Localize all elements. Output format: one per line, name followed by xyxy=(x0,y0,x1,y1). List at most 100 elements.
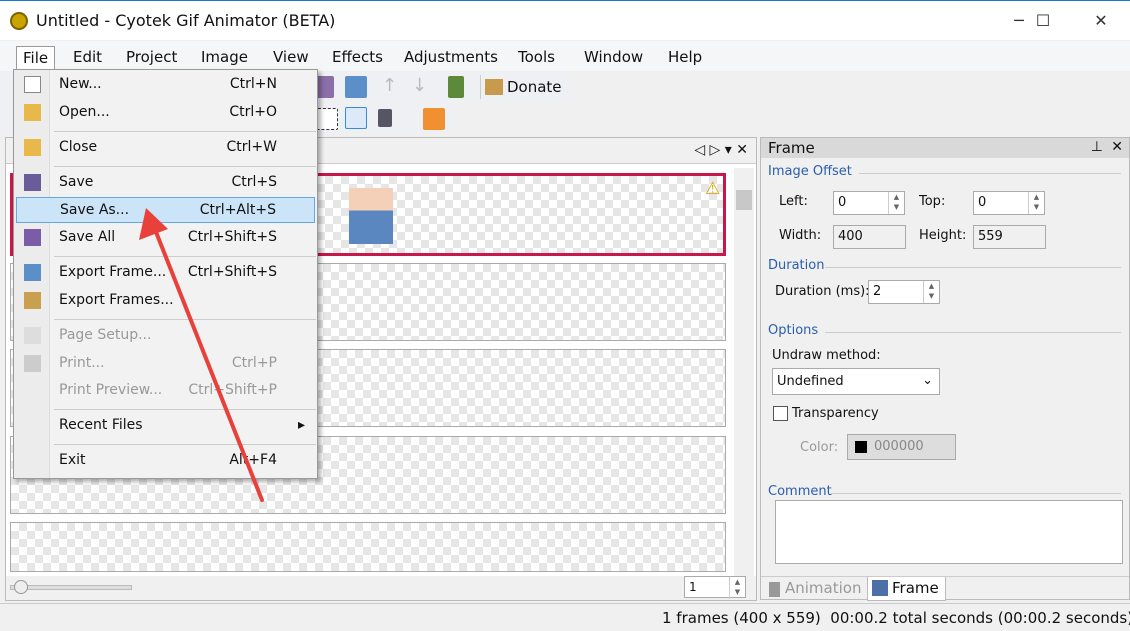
page-setup-icon xyxy=(24,327,41,344)
tab-frame[interactable]: Frame xyxy=(867,577,946,601)
menu-window[interactable]: Window xyxy=(578,46,649,70)
panel-close-icon[interactable]: ✕ xyxy=(1111,139,1123,155)
menu-item-label: Open... xyxy=(59,104,110,120)
frame-number-input[interactable]: 1 ▲ ▼ xyxy=(684,576,746,599)
undraw-method-select[interactable]: Undefined ⌄ xyxy=(772,368,940,395)
menu-item-page-setup[interactable]: Page Setup... xyxy=(16,323,315,349)
top-label: Top: xyxy=(919,194,946,209)
menu-item-label: Export Frame... xyxy=(59,264,167,280)
menu-item-open[interactable]: Open... Ctrl+O xyxy=(16,100,315,126)
left-input[interactable]: 0 ▲ ▼ xyxy=(833,191,905,215)
tab-animation[interactable]: Animation xyxy=(765,579,861,597)
donate-icon xyxy=(485,79,503,95)
frame-thumbnail[interactable] xyxy=(10,522,726,572)
menu-item-label: Export Frames... xyxy=(59,292,174,308)
add-frame-icon[interactable] xyxy=(345,76,367,98)
menu-effects[interactable]: Effects xyxy=(326,46,389,70)
left-spinner[interactable]: ▲ ▼ xyxy=(888,192,904,214)
zoom-slider-thumb[interactable] xyxy=(14,580,28,594)
menu-item-shortcut: Ctrl+Shift+P xyxy=(188,382,277,398)
close-button[interactable]: ✕ xyxy=(1078,1,1124,41)
menu-item-shortcut: Ctrl+N xyxy=(229,76,277,92)
title-bar: Untitled - Cyotek Gif Animator (BETA) ─ … xyxy=(0,0,1130,40)
feedback-icon[interactable] xyxy=(423,108,445,130)
new-file-icon xyxy=(24,76,41,93)
frame-properties-panel: Frame ⊥ ✕ Image Offset Left: 0 ▲ ▼ Top: 0 ▲… xyxy=(760,137,1130,601)
frame-view-icon[interactable] xyxy=(345,107,367,129)
film-icon[interactable] xyxy=(378,109,392,127)
menu-item-new[interactable]: New... Ctrl+N xyxy=(16,72,315,98)
height-field: 559 xyxy=(973,225,1046,249)
panel-header: Frame ⊥ ✕ xyxy=(761,138,1129,158)
menu-separator xyxy=(54,131,316,132)
menu-item-save-as[interactable]: Save As... Ctrl+Alt+S xyxy=(16,197,315,223)
menu-item-exit[interactable]: Exit Alt+F4 xyxy=(16,448,315,474)
donate-button[interactable]: Donate xyxy=(480,75,568,99)
comment-textarea[interactable] xyxy=(775,500,1123,564)
color-picker[interactable]: 000000 xyxy=(847,434,956,460)
move-up-icon[interactable]: ↑ xyxy=(382,75,397,96)
duration-spinner[interactable]: ▲ ▼ xyxy=(923,281,939,303)
menu-adjustments[interactable]: Adjustments xyxy=(398,46,504,70)
menu-item-label: Save All xyxy=(59,229,116,245)
menu-help[interactable]: Help xyxy=(662,46,708,70)
vertical-scrollbar[interactable] xyxy=(734,168,754,576)
menu-item-shortcut: Ctrl+P xyxy=(231,355,277,371)
width-label: Width: xyxy=(779,228,822,243)
zoom-bar: 1 ▲ ▼ xyxy=(6,576,756,600)
frame-number-value: 1 xyxy=(689,580,697,594)
menu-separator xyxy=(54,319,316,320)
chevron-down-icon: ⌄ xyxy=(922,373,933,388)
menu-project[interactable]: Project xyxy=(120,46,183,70)
top-input[interactable]: 0 ▲ ▼ xyxy=(973,191,1045,215)
pin-icon[interactable]: ⊥ xyxy=(1091,139,1103,155)
menu-item-export-frame[interactable]: Export Frame... Ctrl+Shift+S xyxy=(16,260,315,286)
menu-image[interactable]: Image xyxy=(195,46,254,70)
frame-icon xyxy=(872,580,888,596)
options-heading: Options xyxy=(768,323,819,338)
menu-item-print[interactable]: Print... Ctrl+P xyxy=(16,351,315,377)
menu-item-label: Exit xyxy=(59,452,86,468)
select-icon[interactable] xyxy=(316,108,338,130)
export-frames-icon xyxy=(24,292,41,309)
maximize-button[interactable]: ☐ xyxy=(1020,1,1066,41)
warning-icon: ⚠ xyxy=(705,179,721,199)
menu-view[interactable]: View xyxy=(267,46,315,70)
menu-tools[interactable]: Tools xyxy=(512,46,561,70)
menu-item-label: Close xyxy=(59,139,98,155)
menu-item-save[interactable]: Save Ctrl+S xyxy=(16,170,315,196)
transparency-checkbox[interactable] xyxy=(773,406,788,421)
menu-item-recent-files[interactable]: Recent Files ▸ xyxy=(16,413,315,439)
menu-separator xyxy=(54,444,316,445)
menu-edit[interactable]: Edit xyxy=(67,46,108,70)
menu-item-save-all[interactable]: Save All Ctrl+Shift+S xyxy=(16,225,315,251)
tab-frame-label: Frame xyxy=(892,579,939,597)
file-menu-dropdown: New... Ctrl+N Open... Ctrl+O Close Ctrl+W S… xyxy=(13,69,318,479)
comment-heading: Comment xyxy=(768,484,832,499)
scrollbar-thumb[interactable] xyxy=(736,190,752,210)
menu-file[interactable]: File xyxy=(16,46,56,70)
top-spinner[interactable]: ▲ ▼ xyxy=(1028,192,1044,214)
color-value: 000000 xyxy=(874,439,924,454)
menu-item-export-frames[interactable]: Export Frames... xyxy=(16,288,315,314)
menu-item-shortcut: Ctrl+Alt+S xyxy=(199,202,276,218)
status-text: 1 frames (400 x 559) 00:00.2 total secon… xyxy=(662,609,1130,627)
frame-number-spinner[interactable]: ▲ ▼ xyxy=(729,577,745,599)
menu-item-shortcut: Alt+F4 xyxy=(229,452,277,468)
divider xyxy=(859,173,1121,174)
play-icon[interactable] xyxy=(448,76,464,98)
menu-item-label: Save As... xyxy=(60,202,130,218)
divider xyxy=(825,332,1121,333)
zoom-slider[interactable] xyxy=(10,585,132,590)
menu-separator xyxy=(54,256,316,257)
status-bar: 1 frames (400 x 559) 00:00.2 total secon… xyxy=(0,603,1130,631)
width-field: 400 xyxy=(833,225,906,249)
duration-input[interactable]: 2 ▲ ▼ xyxy=(868,280,940,304)
move-down-icon[interactable]: ↓ xyxy=(412,75,427,96)
menu-item-print-preview[interactable]: Print Preview... Ctrl+Shift+P xyxy=(16,378,315,404)
donate-label: Donate xyxy=(507,78,562,96)
document-nav-buttons[interactable]: ◁ ▷ ▾ ✕ xyxy=(694,142,748,158)
panel-title: Frame xyxy=(768,139,815,157)
menu-item-shortcut: Ctrl+Shift+S xyxy=(187,229,277,245)
menu-item-close[interactable]: Close Ctrl+W xyxy=(16,135,315,161)
